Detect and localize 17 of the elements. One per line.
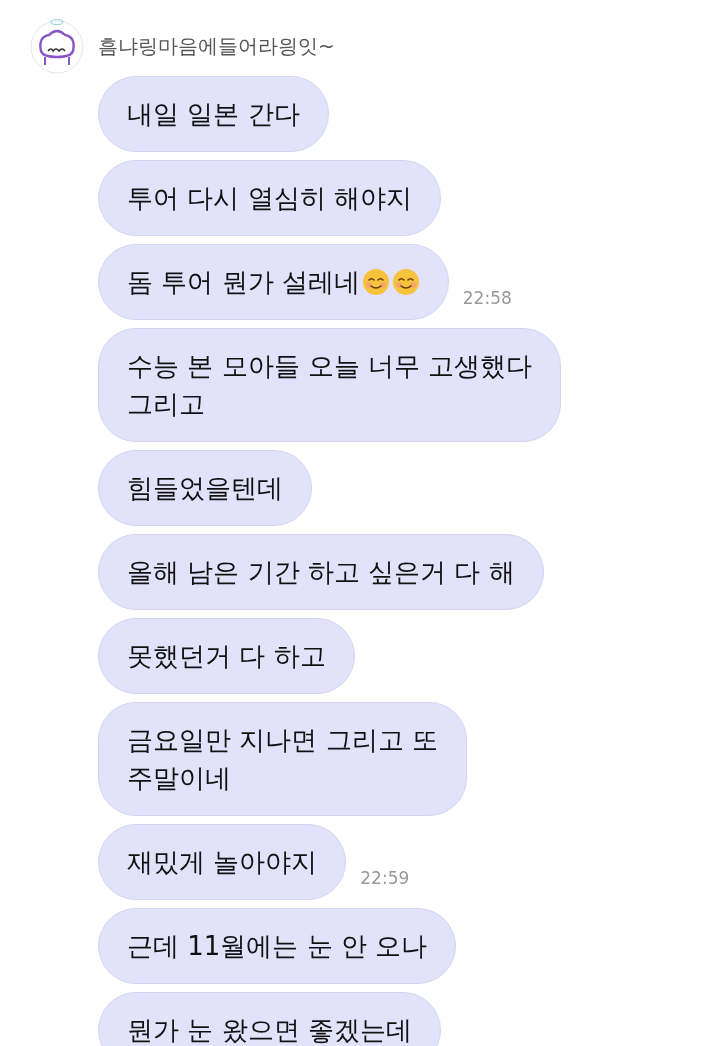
message-text: 수능 본 모아들 오늘 너무 고생했다 그리고 [127,350,533,421]
message-text: 올해 남은 기간 하고 싶은거 다 해 [127,556,515,589]
smiling-face-icon [361,268,390,296]
message-text: 내일 일본 간다 [127,98,300,131]
message-text: 근데 11월에는 눈 안 오나 [127,930,428,963]
avatar[interactable] [30,17,84,75]
message-text: 돔 투어 뭔가 설레네 [127,266,360,299]
sender-name: 흠냐링마음에들어라읭잇~ [98,32,335,60]
message-text: 힘들었을텐데 [127,472,283,505]
message-time: 22:58 [462,288,512,308]
message-text: 못했던거 다 하고 [127,640,326,673]
smiling-face-icon [391,268,420,296]
message-time: 22:59 [360,868,410,888]
message-text: 투어 다시 열심히 해야지 [127,182,412,215]
message-text: 뭔가 눈 왔으면 좋겠는데 [127,1014,412,1046]
message-text: 금요일만 지나면 그리고 또 주말이네 [127,724,438,795]
message-text: 재밌게 놀아야지 [127,846,318,879]
